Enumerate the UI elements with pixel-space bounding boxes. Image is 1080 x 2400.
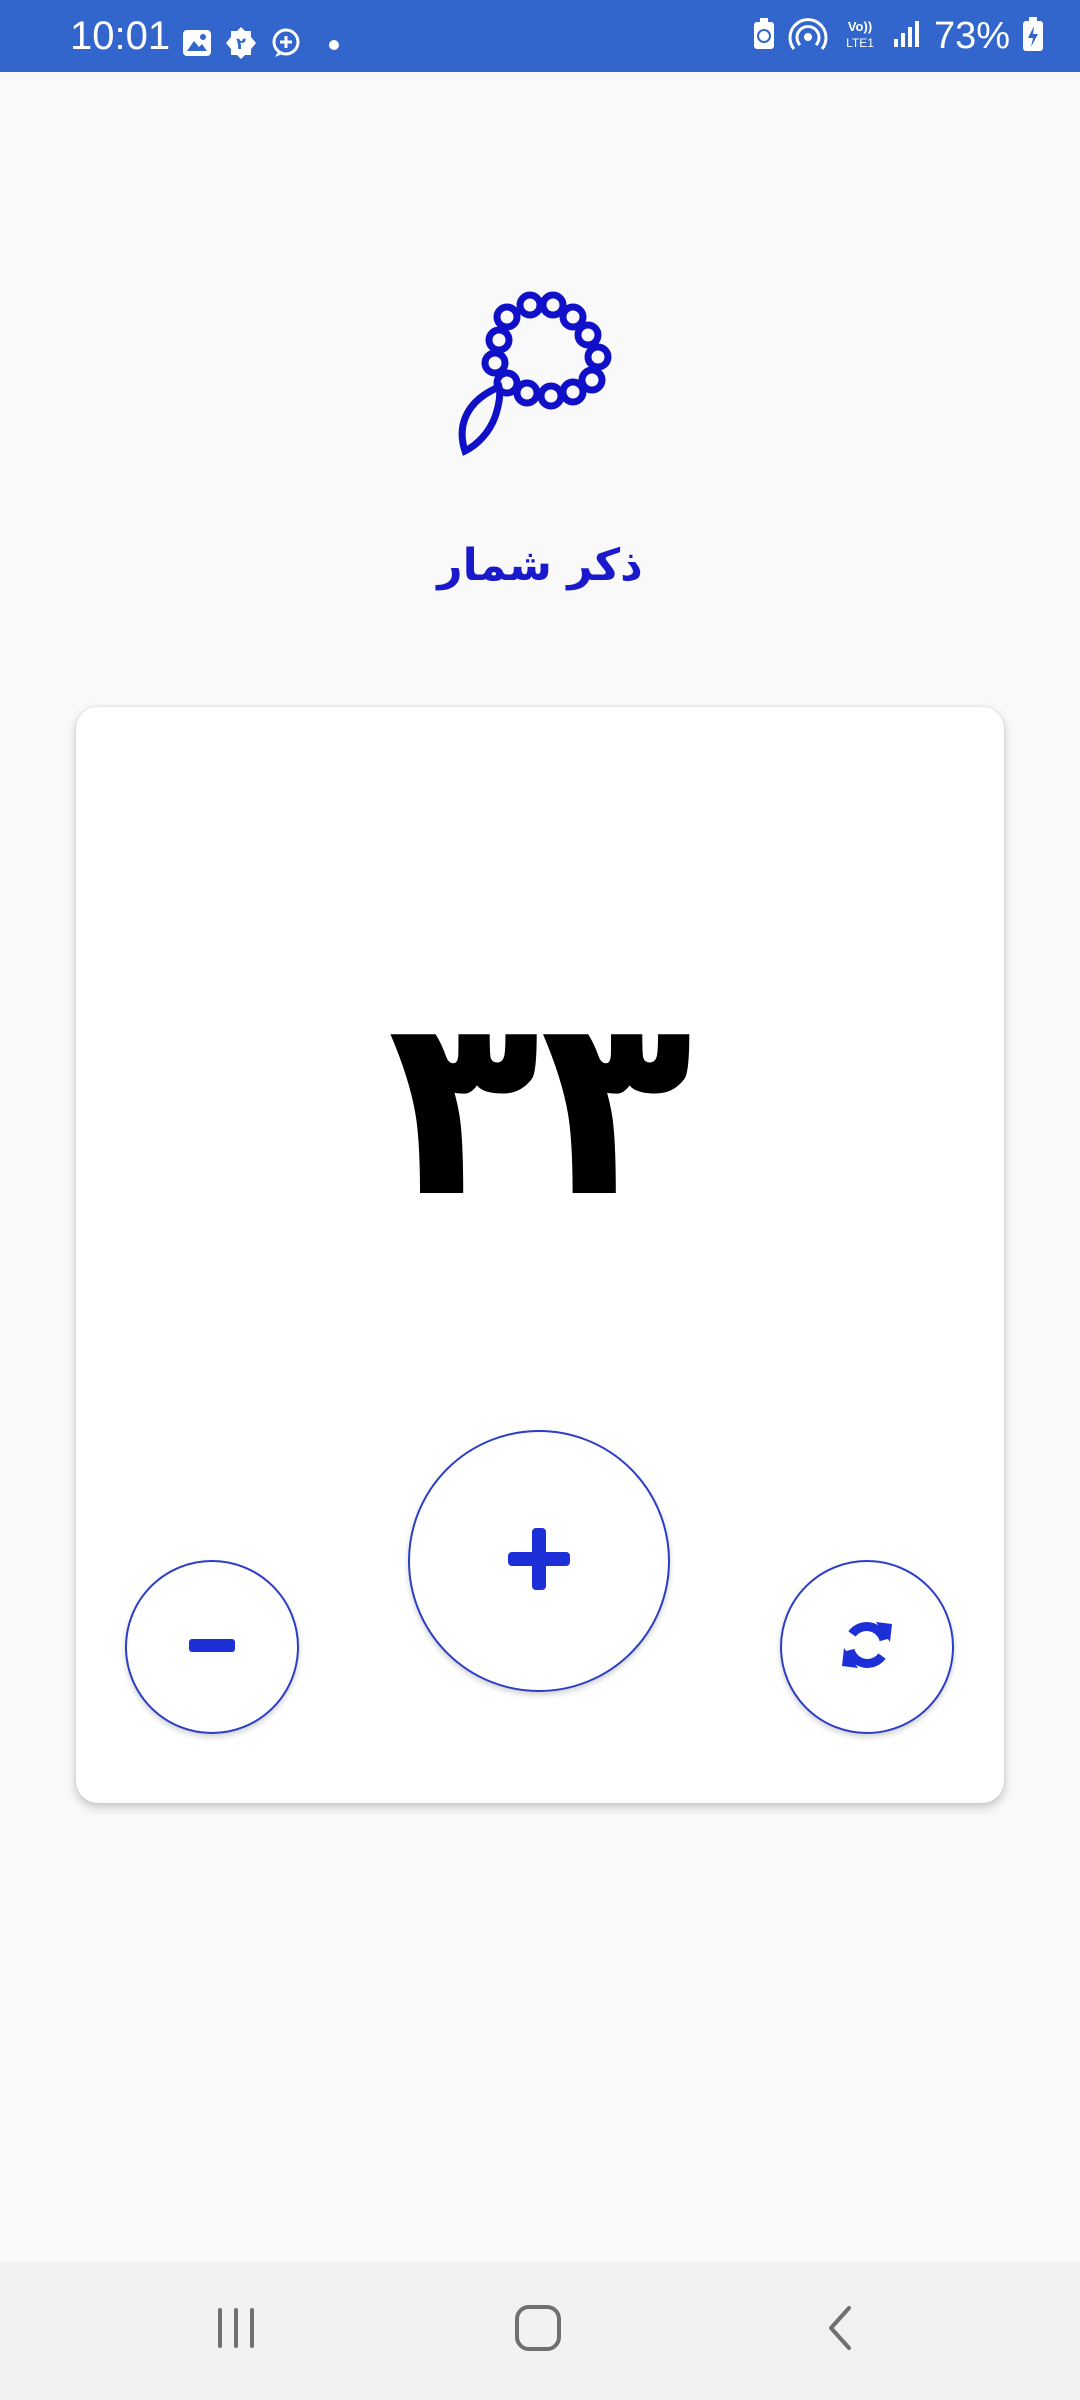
notification-badge-icon: ٢ <box>224 26 258 64</box>
svg-text:LTE1: LTE1 <box>846 36 874 50</box>
volte-icon: Vo)) LTE1 <box>840 17 880 55</box>
prayer-beads-icon <box>455 285 625 460</box>
signal-icon <box>892 19 922 53</box>
app-title: ذکر شمار <box>437 540 643 591</box>
dot-icon <box>328 36 340 55</box>
battery-charging-icon <box>1022 16 1044 56</box>
minus-icon <box>189 1638 235 1657</box>
battery-percent: 73% <box>933 15 1010 57</box>
navigation-bar <box>0 2262 1080 2400</box>
status-left-icons: ٢ <box>182 26 340 64</box>
svg-text:٢: ٢ <box>236 34 246 53</box>
back-icon <box>825 2304 855 2356</box>
add-chat-icon <box>270 27 302 63</box>
svg-text:Vo)): Vo)) <box>848 19 872 34</box>
status-time: 10:01 <box>70 14 171 58</box>
home-button[interactable] <box>488 2290 588 2370</box>
refresh-icon <box>840 1618 894 1676</box>
counter-card: ۳۳ <box>76 707 1004 1803</box>
battery-saver-icon <box>752 17 776 55</box>
decrement-button[interactable] <box>125 1560 299 1734</box>
reset-button[interactable] <box>780 1560 954 1734</box>
plus-icon <box>508 1528 570 1594</box>
counter-value: ۳۳ <box>387 961 698 1252</box>
gallery-icon <box>182 29 212 61</box>
increment-button[interactable] <box>408 1430 670 1692</box>
hotspot-icon <box>788 17 828 55</box>
status-bar: 10:01 ٢ Vo)) LTE1 73% <box>0 0 1080 72</box>
back-button[interactable] <box>790 2290 890 2370</box>
status-right-icons: Vo)) LTE1 73% <box>752 14 1044 58</box>
recents-icon <box>214 2308 258 2352</box>
recents-button[interactable] <box>186 2290 286 2370</box>
home-icon <box>514 2304 562 2356</box>
